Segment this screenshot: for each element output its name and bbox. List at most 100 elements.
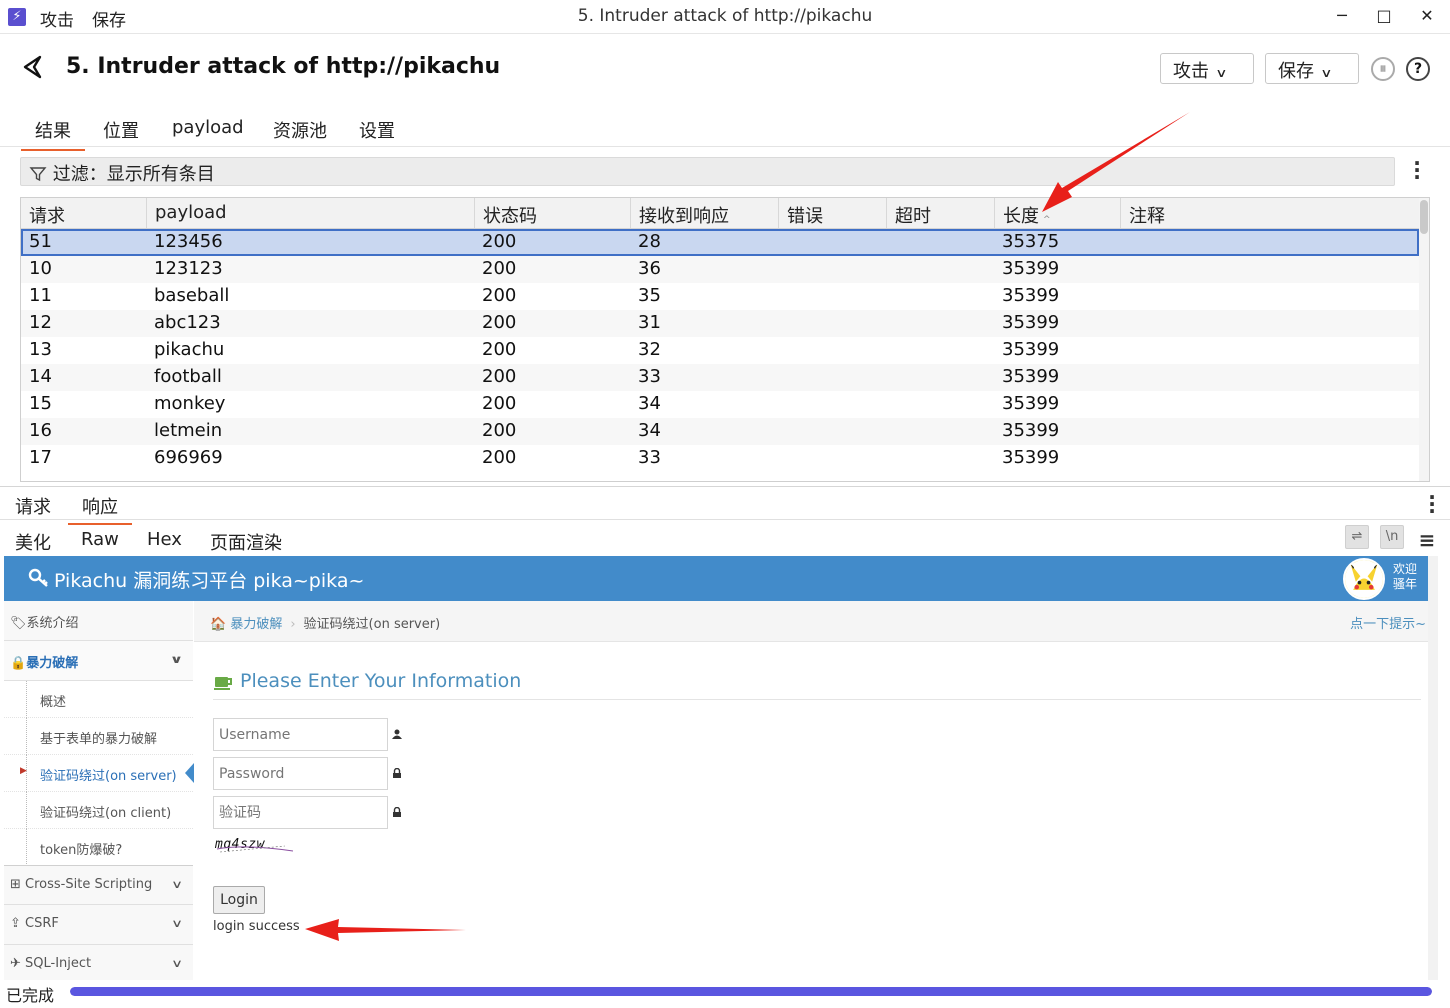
cell-status: 200 <box>482 366 517 387</box>
cell-length: 35399 <box>1002 420 1060 441</box>
sidebar-item-intro[interactable]: 🏷系统介绍 <box>4 601 193 641</box>
tab-settings[interactable]: 设置 <box>345 117 409 149</box>
form-title: Please Enter Your Information <box>240 670 522 692</box>
col-error[interactable]: 错误 <box>778 198 886 228</box>
table-row[interactable]: 13 pikachu 200 32 35399 <box>21 337 1419 364</box>
cell-length: 35399 <box>1002 285 1060 306</box>
attack-button-label: 攻击 <box>1173 61 1209 82</box>
username-field[interactable] <box>213 718 388 751</box>
tree-line <box>26 792 27 829</box>
key-icon <box>28 568 48 587</box>
breadcrumb-link[interactable]: 暴力破解 <box>230 617 282 632</box>
cell-request: 17 <box>29 447 52 468</box>
col-length[interactable]: 长度 ^ <box>994 198 1120 228</box>
password-field[interactable] <box>213 757 388 790</box>
more-options-icon[interactable]: · · · <box>1427 487 1437 521</box>
tab-positions[interactable]: 位置 <box>89 117 153 149</box>
pause-icon[interactable]: ⏸ <box>1371 57 1395 81</box>
welcome-line-2: 骚年 <box>1393 577 1418 591</box>
table-row[interactable]: 16 letmein 200 34 35399 <box>21 418 1419 445</box>
window-title: 5. Intruder attack of http://pikachu <box>577 6 873 26</box>
chevron-down-icon: ∨ <box>1320 66 1333 80</box>
newline-icon[interactable]: \n <box>1380 525 1404 549</box>
sidebar-subitem-overview[interactable]: 概述 <box>4 681 193 718</box>
table-row[interactable]: 11 baseball 200 35 35399 <box>21 283 1419 310</box>
sidebar-item-label: SQL-Inject <box>25 956 92 971</box>
col-request[interactable]: 请求 <box>21 198 146 228</box>
wrap-icon[interactable]: ⇌ <box>1345 525 1369 549</box>
save-button[interactable]: 保存 ∨ <box>1265 53 1359 84</box>
col-comment[interactable]: 注释 <box>1120 198 1419 228</box>
scrollbar-thumb[interactable] <box>1420 200 1428 234</box>
cell-status: 200 <box>482 285 517 306</box>
attack-button[interactable]: 攻击 ∨ <box>1160 53 1254 84</box>
sidebar-item-csrf[interactable]: ⇪ CSRF ∨ <box>4 905 193 945</box>
captcha-image[interactable]: mq4szw <box>215 837 295 855</box>
login-button[interactable]: Login <box>213 886 265 914</box>
sidebar-subitem-captcha-server[interactable]: ▶ 验证码绕过(on server) <box>4 755 194 792</box>
table-row[interactable]: 12 abc123 200 31 35399 <box>21 310 1419 337</box>
cell-request: 11 <box>29 285 52 306</box>
cell-status: 200 <box>482 258 517 279</box>
cell-response-received: 28 <box>638 231 661 252</box>
tab-payload[interactable]: payload <box>158 117 258 144</box>
close-icon[interactable]: ✕ <box>1412 4 1442 28</box>
hint-link[interactable]: 点一下提示~ <box>1350 613 1426 632</box>
table-row[interactable]: 51 123456 200 28 35375 <box>21 229 1419 256</box>
table-row[interactable]: 17 696969 200 33 35399 <box>21 445 1419 472</box>
welcome-text: 欢迎 骚年 <box>1393 562 1417 592</box>
more-options-icon[interactable]: · · · <box>1412 153 1422 187</box>
progress-fill <box>70 987 1432 996</box>
sidebar-item-xss[interactable]: ⊞ Cross-Site Scripting ∨ <box>4 865 193 905</box>
filter-icon <box>29 167 47 182</box>
cell-payload: abc123 <box>154 312 221 333</box>
tab-raw[interactable]: Raw <box>67 529 133 554</box>
table-row[interactable]: 15 monkey 200 34 35399 <box>21 391 1419 418</box>
menu-icon[interactable]: ≡ <box>1418 530 1436 550</box>
chevron-down-icon: ∨ <box>170 917 184 930</box>
maximize-icon[interactable]: □ <box>1369 4 1399 28</box>
cell-response-received: 35 <box>638 285 661 306</box>
help-icon[interactable]: ? <box>1406 57 1430 81</box>
cell-request: 12 <box>29 312 52 333</box>
home-icon[interactable]: 🏠 <box>210 617 230 632</box>
tab-resource-pool[interactable]: 资源池 <box>259 117 341 149</box>
sidebar-item-brute-force[interactable]: 🔒暴力破解 ∨ <box>4 641 193 681</box>
sidebar-subitem-captcha-client[interactable]: 验证码绕过(on client) <box>4 792 193 829</box>
sitemap-icon: ⊞ <box>10 877 26 892</box>
chevron-down-icon: ∨ <box>170 957 184 970</box>
split-divider[interactable] <box>0 486 1450 487</box>
col-status[interactable]: 状态码 <box>474 198 630 228</box>
tab-response[interactable]: 响应 <box>68 493 132 525</box>
tab-pretty[interactable]: 美化 <box>1 529 65 559</box>
cell-request: 51 <box>29 231 52 252</box>
render-scrollbar[interactable] <box>1428 556 1438 980</box>
cell-status: 200 <box>482 393 517 414</box>
table-row[interactable]: 14 football 200 33 35399 <box>21 364 1419 391</box>
cell-response-received: 34 <box>638 420 661 441</box>
sidebar-subitem-token[interactable]: token防爆破? <box>4 829 193 866</box>
captcha-field[interactable] <box>213 796 388 829</box>
col-response-received[interactable]: 接收到响应 <box>630 198 778 228</box>
sidebar-item-label: Cross-Site Scripting <box>25 877 153 892</box>
sidebar-subitem-form-brute[interactable]: 基于表单的暴力破解 <box>4 718 193 755</box>
filter-bar[interactable]: 过滤：显示所有条目 <box>20 157 1395 186</box>
site-title: Pikachu 漏洞练习平台 pika~pika~ <box>54 570 365 592</box>
tab-hex[interactable]: Hex <box>133 529 196 554</box>
minimize-icon[interactable]: ─ <box>1327 4 1357 28</box>
cell-response-received: 36 <box>638 258 661 279</box>
lock-icon <box>393 768 401 778</box>
table-row[interactable]: 10 123123 200 36 35399 <box>21 256 1419 283</box>
col-timeout[interactable]: 超时 <box>886 198 994 228</box>
avatar[interactable] <box>1343 558 1385 600</box>
sidebar-item-label: 系统介绍 <box>26 616 79 631</box>
col-payload[interactable]: payload <box>146 198 474 228</box>
cell-status: 200 <box>482 420 517 441</box>
sidebar-subitem-label: 验证码绕过(on client) <box>40 806 172 821</box>
cell-length: 35399 <box>1002 312 1060 333</box>
tags-icon: 🏷 <box>10 616 27 631</box>
cell-response-received: 34 <box>638 393 661 414</box>
sidebar-item-sql-inject[interactable]: ✈ SQL-Inject ∨ <box>4 945 193 980</box>
lock-icon: 🔒 <box>10 656 27 671</box>
table-scrollbar[interactable] <box>1419 198 1429 481</box>
